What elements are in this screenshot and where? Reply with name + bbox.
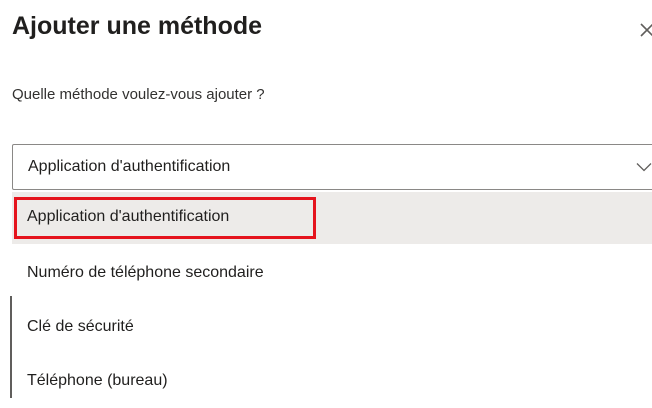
option-label: Téléphone (bureau) [27,372,168,389]
select-value: Application d'authentification [28,158,231,175]
chevron-down-icon [636,163,652,172]
option-label: Application d'authentification [27,208,230,225]
option-office-phone[interactable]: Téléphone (bureau) [12,356,652,408]
panel-edge [10,296,12,398]
option-label: Clé de sécurité [27,318,134,335]
option-secondary-phone[interactable]: Numéro de téléphone secondaire [12,248,652,300]
method-select[interactable]: Application d'authentification [12,144,652,190]
method-options-list: Application d'authentification Numéro de… [12,192,652,398]
option-security-key[interactable]: Clé de sécurité [12,302,652,354]
method-question: Quelle méthode voulez-vous ajouter ? [12,86,265,103]
dialog-title: Ajouter une méthode [12,12,263,40]
close-button[interactable] [638,16,652,40]
option-authenticator-app[interactable]: Application d'authentification [12,192,652,244]
close-icon [640,23,652,37]
option-label: Numéro de téléphone secondaire [27,264,264,281]
